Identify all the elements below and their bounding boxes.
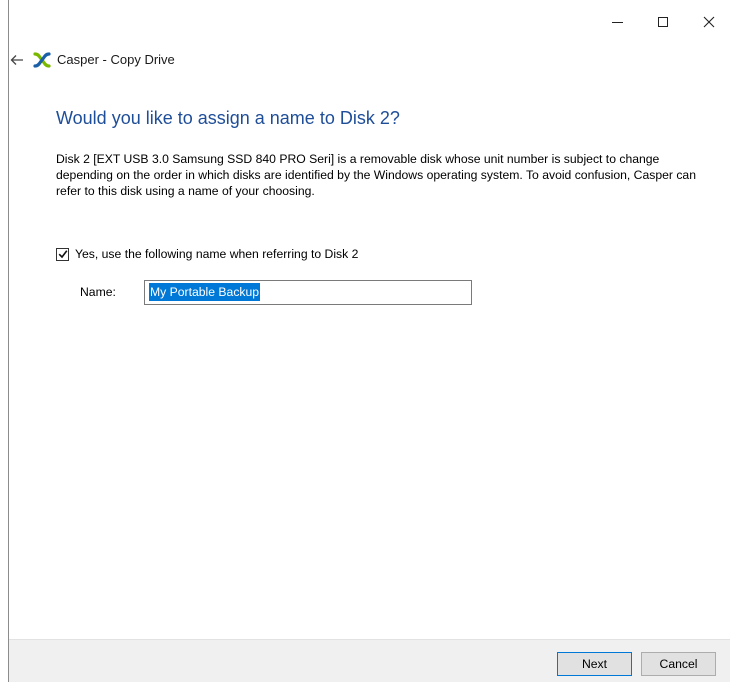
page-name: Copy Drive	[110, 52, 175, 67]
page-heading: Would you like to assign a name to Disk …	[56, 108, 400, 128]
next-button[interactable]: Next	[557, 652, 632, 676]
window-title: Casper - Copy Drive	[57, 52, 175, 67]
name-input[interactable]: My Portable Backup	[144, 280, 472, 305]
back-button[interactable]	[7, 50, 27, 70]
name-input-value[interactable]: My Portable Backup	[149, 283, 261, 301]
footer-bar: Next Cancel	[9, 639, 730, 682]
casper-logo-icon	[33, 52, 51, 68]
use-name-option[interactable]: Yes, use the following name when referri…	[56, 245, 358, 263]
maximize-button[interactable]	[640, 0, 686, 44]
description-text: Disk 2 [EXT USB 3.0 Samsung SSD 840 PRO …	[56, 152, 696, 198]
title-bar	[9, 0, 730, 44]
close-icon	[703, 16, 715, 28]
maximize-icon	[658, 17, 668, 27]
back-arrow-icon	[10, 55, 23, 65]
minimize-button[interactable]	[594, 0, 640, 44]
cancel-button[interactable]: Cancel	[641, 652, 716, 676]
title-separator: -	[98, 52, 111, 67]
app-name: Casper	[57, 52, 99, 67]
use-name-checkbox-label[interactable]: Yes, use the following name when referri…	[75, 247, 358, 261]
checkmark-icon	[58, 250, 67, 259]
minimize-icon	[611, 21, 623, 23]
navigation-bar: Casper - Copy Drive	[9, 46, 730, 76]
use-name-checkbox[interactable]	[56, 247, 69, 261]
app-window: Casper - Copy Drive Would you like to as…	[8, 0, 730, 682]
name-field-label: Name:	[80, 285, 116, 299]
close-button[interactable]	[686, 0, 730, 44]
